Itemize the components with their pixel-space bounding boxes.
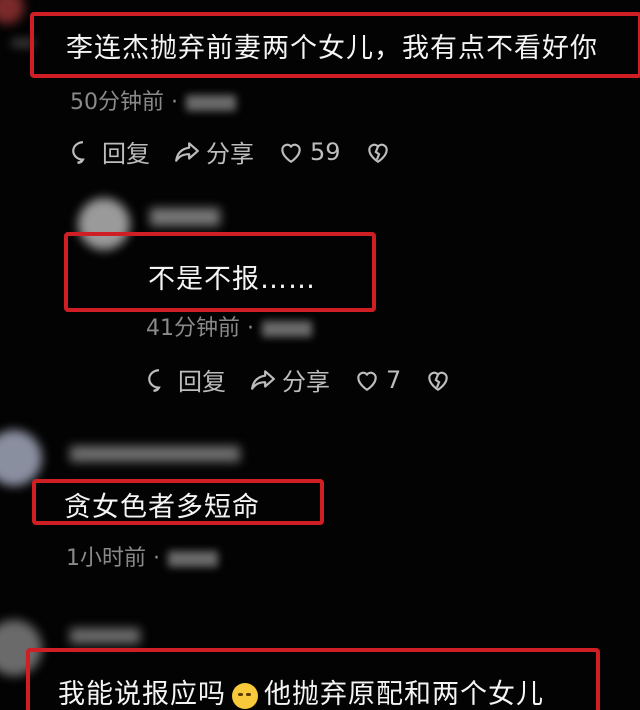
comment-actions: 回复 分享 59 xyxy=(70,134,415,169)
share-icon xyxy=(175,141,199,162)
share-button[interactable]: 分享 xyxy=(174,134,254,169)
like-button[interactable]: 59 xyxy=(278,138,341,166)
reply-button[interactable]: 回复 xyxy=(146,362,226,397)
reply-button[interactable]: 回复 xyxy=(70,134,150,169)
comment-text: 我能说报应吗 他抛弃原配和两个女儿 xyxy=(58,672,544,710)
location-blurred xyxy=(185,95,236,111)
dislike-button[interactable] xyxy=(425,367,451,393)
reply-icon xyxy=(72,140,85,164)
share-button[interactable]: 分享 xyxy=(250,362,330,397)
like-button[interactable]: 7 xyxy=(354,366,401,394)
reply-label: 回复 xyxy=(178,368,226,396)
username[interactable] xyxy=(150,208,220,226)
avatar[interactable] xyxy=(0,430,42,486)
share-label: 分享 xyxy=(206,140,254,168)
timestamp: 1小时前 · xyxy=(66,546,160,571)
timestamp: 50分钟前 · xyxy=(70,90,178,115)
dislike-button[interactable] xyxy=(365,139,391,165)
username[interactable] xyxy=(70,446,240,462)
comment-feed: 李连杰抛弃前妻两个女儿，我有点不看好你 50分钟前 · 回复 分享 59 不是不… xyxy=(0,0,640,710)
like-count: 7 xyxy=(386,365,402,394)
heart-icon xyxy=(357,371,377,391)
comment-meta: 41分钟前 · xyxy=(146,310,312,342)
share-icon xyxy=(251,369,275,390)
heart-icon xyxy=(281,143,301,163)
comment-actions: 回复 分享 7 xyxy=(146,362,475,397)
comment-text: 李连杰抛弃前妻两个女儿，我有点不看好你 xyxy=(66,33,598,64)
like-count: 59 xyxy=(310,137,341,166)
comment-text: 贪女色者多短命 xyxy=(64,492,260,523)
avatar[interactable] xyxy=(0,0,24,24)
username[interactable] xyxy=(70,628,140,644)
location-blurred xyxy=(167,551,218,567)
share-label: 分享 xyxy=(282,368,330,396)
broken-heart-icon xyxy=(428,371,449,391)
comment-text-part: 我能说报应吗 xyxy=(58,679,226,710)
comment-meta: 50分钟前 · xyxy=(70,84,236,116)
timestamp: 41分钟前 · xyxy=(146,316,254,341)
reply-icon xyxy=(148,368,161,392)
broken-heart-icon xyxy=(367,143,388,163)
comment-text: 不是不报…… xyxy=(148,264,316,295)
location-blurred xyxy=(261,321,312,337)
reply-label: 回复 xyxy=(102,140,150,168)
emoji-face-icon xyxy=(232,682,258,709)
comment-text-part: 他抛弃原配和两个女儿 xyxy=(264,679,544,710)
comment-meta: 1小时前 · xyxy=(66,540,218,572)
